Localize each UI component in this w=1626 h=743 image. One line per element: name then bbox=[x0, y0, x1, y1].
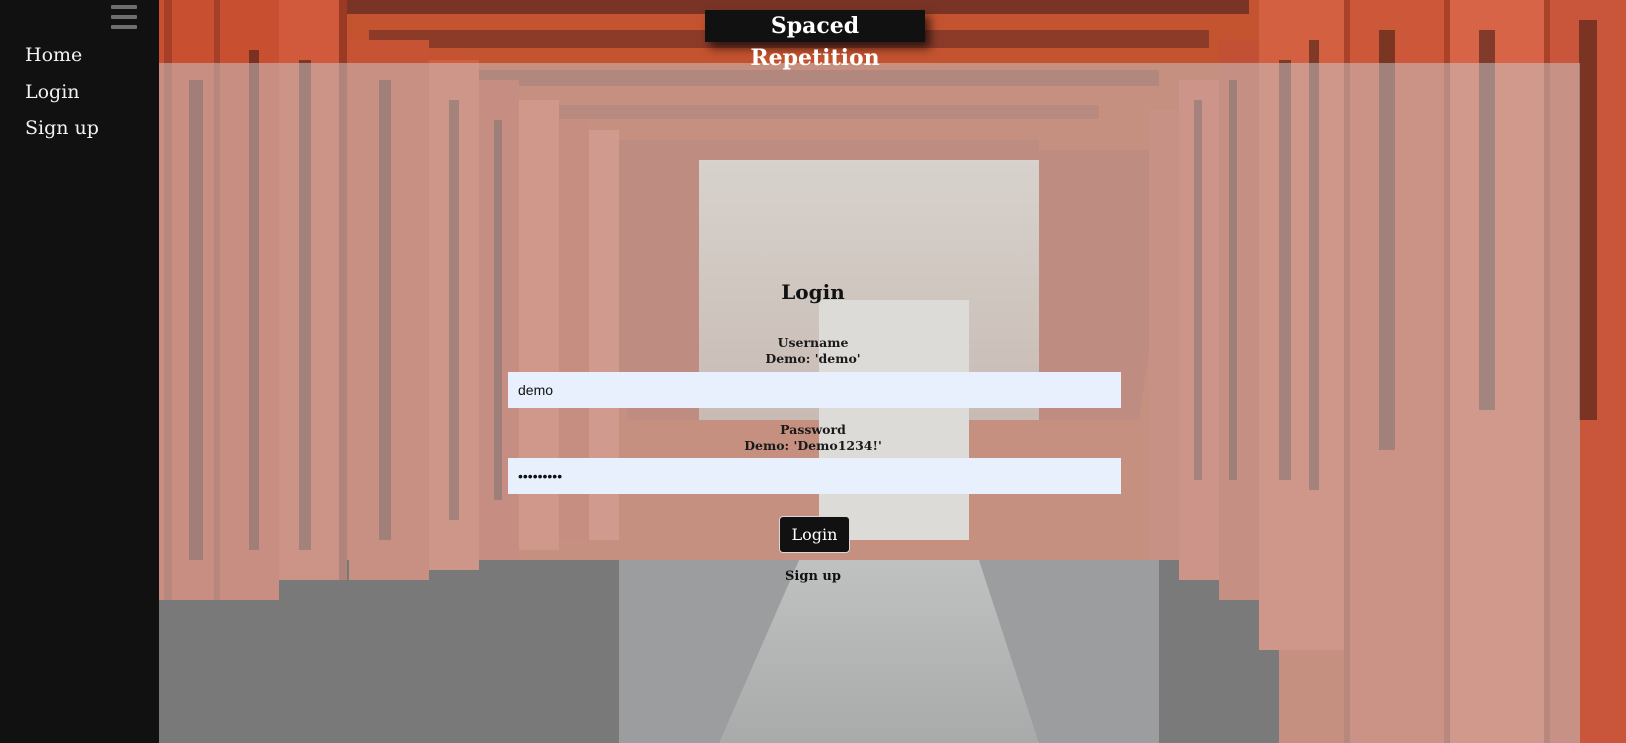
sidebar-nav: Home Login Sign up bbox=[0, 0, 159, 743]
sidebar-item-login[interactable]: Login bbox=[25, 77, 99, 114]
login-button[interactable]: Login bbox=[779, 516, 850, 553]
login-heading: Login bbox=[781, 280, 845, 304]
username-label-text: Username bbox=[777, 335, 849, 350]
password-label-text: Password bbox=[780, 422, 846, 437]
password-input[interactable] bbox=[508, 458, 1121, 494]
username-input[interactable] bbox=[508, 372, 1121, 408]
password-hint: Demo: 'Demo1234!' bbox=[744, 438, 882, 453]
username-hint: Demo: 'demo' bbox=[765, 351, 861, 366]
username-label: Username Demo: 'demo' bbox=[663, 335, 963, 367]
app-title: Spaced Repetition bbox=[705, 10, 925, 71]
sidebar-item-sign-up[interactable]: Sign up bbox=[25, 113, 99, 150]
hamburger-menu-icon[interactable] bbox=[111, 5, 137, 29]
password-label: Password Demo: 'Demo1234!' bbox=[663, 422, 963, 454]
sign-up-link[interactable]: Sign up bbox=[713, 569, 913, 584]
sidebar-links: Home Login Sign up bbox=[25, 40, 99, 150]
sidebar-item-home[interactable]: Home bbox=[25, 40, 99, 77]
